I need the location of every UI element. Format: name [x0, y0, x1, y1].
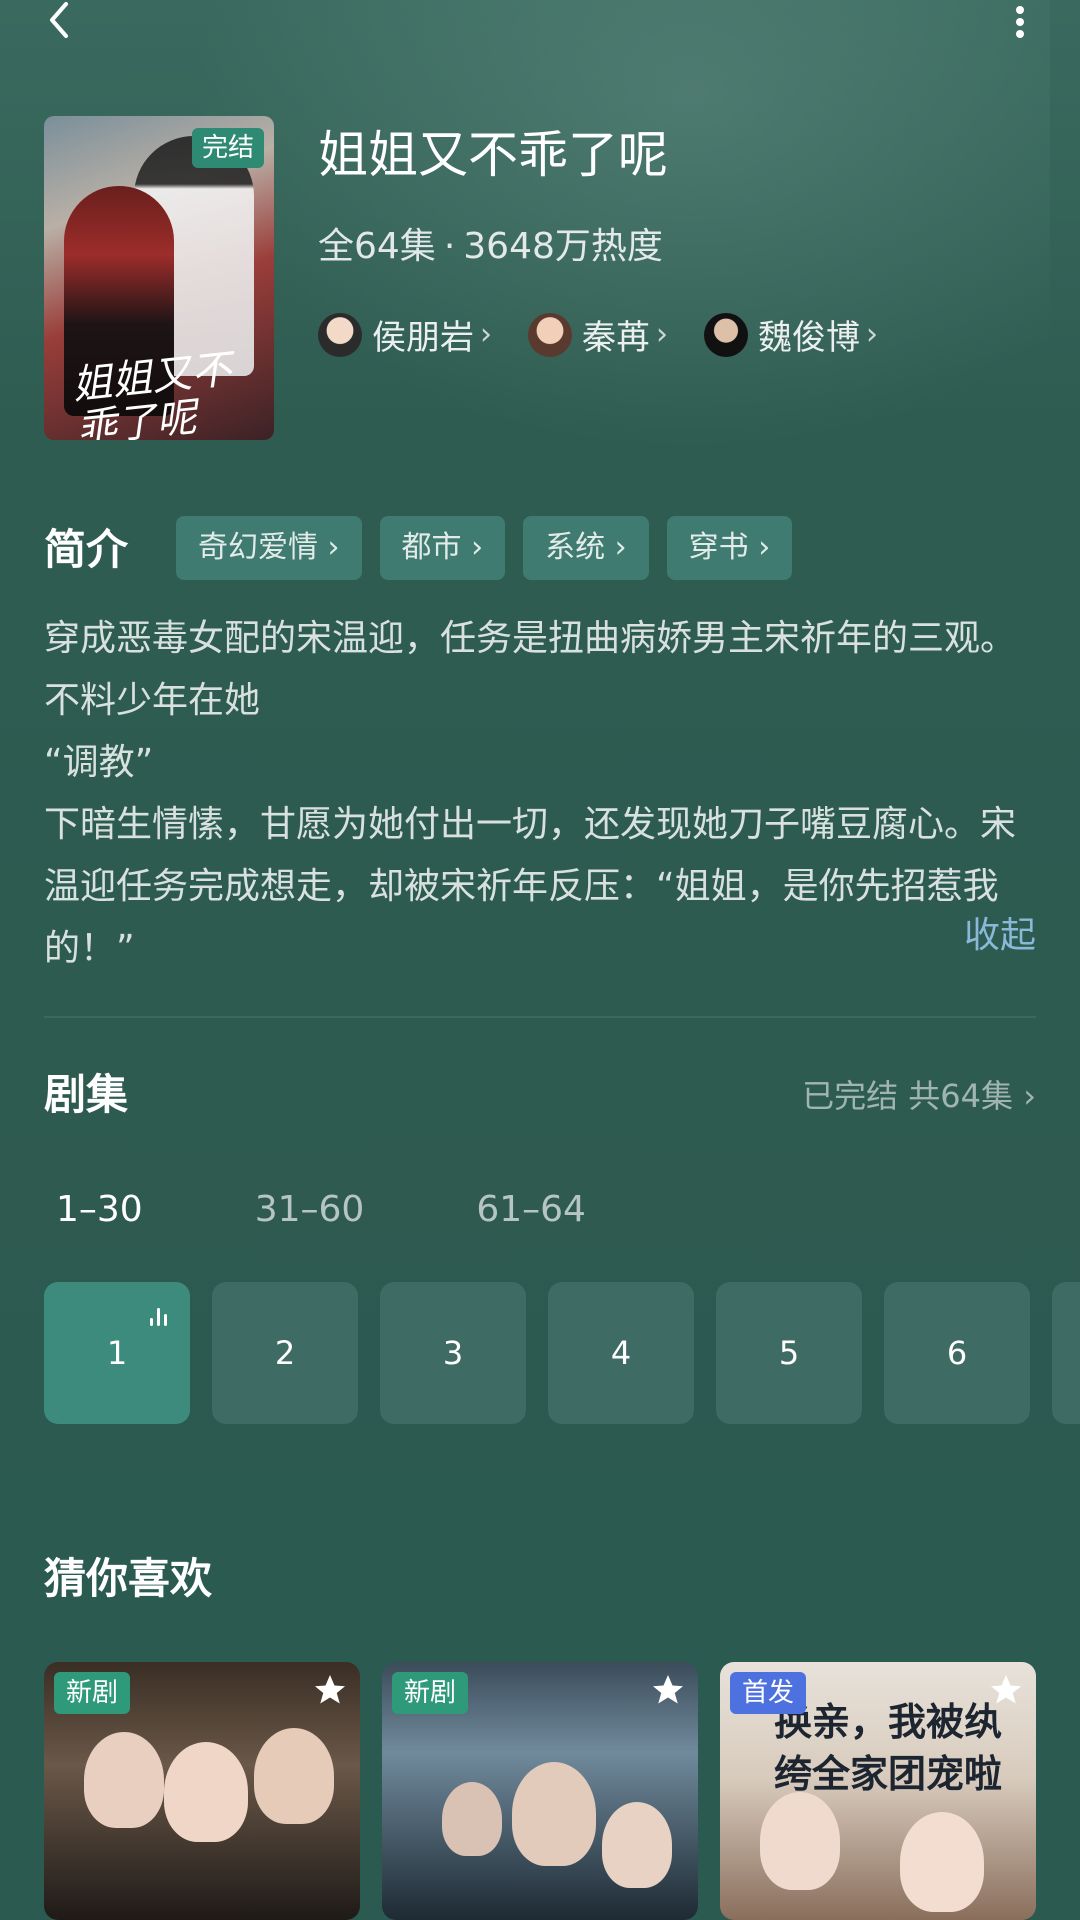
episodes-status: 已完结 共64集: [802, 1077, 1014, 1115]
drama-cover[interactable]: 姐姐又不乖了呢 完结: [44, 116, 274, 440]
recommend-list: 新剧 新剧 换亲，我被纨绔全家团宠啦 首发: [44, 1662, 1058, 1920]
recommend-card[interactable]: 新剧: [44, 1662, 360, 1920]
synopsis-paragraph: 下暗生情愫，甘愿为她付出一切，还发现她刀子嘴豆腐心。宋温迎任务完成想走，却被宋祈…: [44, 804, 1017, 969]
poster-figure: [512, 1762, 596, 1866]
avatar: [318, 312, 362, 357]
episode-range-tabs: 1–30 31–60 61–64: [56, 1180, 698, 1240]
chevron-right-icon: ›: [1023, 1077, 1036, 1115]
synopsis-paragraph: 穿成恶毒女配的宋温迎，任务是扭曲病娇男主宋祈年的三观。不料少年在她: [44, 618, 1017, 721]
episode-button[interactable]: 1: [44, 1282, 190, 1424]
chevron-right-icon: ›: [758, 530, 771, 565]
avatar: [704, 312, 748, 357]
episode-grid: 1 2 3 4 5 6: [44, 1282, 1080, 1424]
episodes-heading: 剧集: [44, 1070, 129, 1119]
episode-number: 2: [274, 1334, 296, 1372]
intro-heading: 简介: [44, 525, 129, 574]
chevron-right-icon: ›: [866, 317, 878, 352]
actor-link[interactable]: 侯朋岩 ›: [318, 310, 492, 359]
genre-tag[interactable]: 都市 ›: [379, 516, 506, 580]
star-icon[interactable]: [988, 1672, 1024, 1708]
avatar: [528, 312, 572, 357]
episode-count: 全64集: [318, 226, 436, 267]
recommend-heading: 猜你喜欢: [44, 1554, 213, 1603]
range-tab[interactable]: 1–30: [56, 1180, 143, 1240]
episode-number: 4: [610, 1334, 632, 1372]
poster-figure: [900, 1812, 984, 1912]
recommend-card[interactable]: 换亲，我被纨绔全家团宠啦 首发: [720, 1662, 1036, 1920]
synopsis-paragraph: “调教”: [44, 742, 154, 783]
poster-figure: [602, 1802, 672, 1888]
recommend-card[interactable]: 新剧: [382, 1662, 698, 1920]
collapse-link[interactable]: 收起: [964, 906, 1036, 966]
star-icon[interactable]: [650, 1672, 686, 1708]
episode-number: 1: [106, 1334, 128, 1372]
chevron-right-icon: ›: [614, 530, 627, 565]
new-badge: 新剧: [392, 1672, 469, 1714]
more-vertical-icon: [1016, 6, 1024, 38]
chevron-left-icon: [50, 2, 68, 38]
poster-figure: [84, 1732, 164, 1828]
chevron-right-icon: ›: [656, 317, 668, 352]
episodes-status-link[interactable]: 已完结 共64集 ›: [802, 1068, 1036, 1124]
poster-figure: [760, 1792, 840, 1890]
genre-tag[interactable]: 系统 ›: [523, 516, 649, 580]
genre-tag-label: 奇幻爱情: [198, 530, 318, 565]
episode-button[interactable]: 4: [548, 1282, 694, 1424]
episode-button[interactable]: 2: [212, 1282, 358, 1424]
episode-number: 6: [946, 1334, 968, 1372]
episode-button[interactable]: 3: [380, 1282, 526, 1424]
genre-tags: 奇幻爱情 › 都市 › 系统 › 穿书 ›: [176, 516, 810, 580]
actor-name: 魏俊博: [758, 318, 860, 358]
genre-tag-label: 穿书: [688, 530, 749, 565]
chevron-right-icon: ›: [480, 317, 492, 352]
synopsis-text: 穿成恶毒女配的宋温迎，任务是扭曲病娇男主宋祈年的三观。不料少年在她 “调教” 下…: [44, 608, 1036, 980]
completed-badge: 完结: [191, 128, 264, 168]
episode-number: 3: [442, 1334, 464, 1372]
back-button[interactable]: [40, 0, 100, 44]
new-badge: 新剧: [54, 1672, 131, 1714]
now-playing-icon: [148, 1304, 170, 1326]
episode-button[interactable]: 5: [716, 1282, 862, 1424]
poster-figure: [442, 1782, 502, 1856]
heat-value: 3648万热度: [463, 226, 663, 267]
cast-list: 侯朋岩 › 秦苒 › 魏俊博 ›: [318, 310, 914, 359]
genre-tag-label: 都市: [401, 530, 462, 565]
episode-button[interactable]: 6: [884, 1282, 1030, 1424]
drama-detail-page: 姐姐又不乖了呢 完结 姐姐又不乖了呢 全64集 · 3648万热度 侯朋岩 › 秦苒…: [0, 0, 1080, 1920]
poster-figure: [164, 1742, 248, 1842]
drama-title: 姐姐又不乖了呢: [318, 126, 668, 184]
section-divider: [44, 1016, 1036, 1018]
actor-link[interactable]: 魏俊博 ›: [704, 310, 878, 359]
meta-separator: ·: [443, 226, 456, 267]
star-icon[interactable]: [312, 1672, 348, 1708]
episode-button-partial[interactable]: [1052, 1282, 1080, 1424]
premiere-badge: 首发: [730, 1672, 807, 1714]
genre-tag[interactable]: 奇幻爱情 ›: [176, 516, 362, 580]
more-options-button[interactable]: [1000, 2, 1040, 46]
poster-caption: 换亲，我被纨绔全家团宠啦: [774, 1699, 1003, 1796]
chevron-right-icon: ›: [471, 530, 484, 565]
actor-name: 侯朋岩: [372, 318, 474, 358]
poster-figure: [254, 1728, 334, 1824]
range-tab[interactable]: 31–60: [255, 1180, 365, 1240]
drama-meta: 全64集 · 3648万热度: [318, 222, 663, 272]
genre-tag-label: 系统: [545, 530, 606, 565]
range-tab[interactable]: 61–64: [476, 1180, 586, 1240]
episode-number: 5: [778, 1334, 800, 1372]
actor-link[interactable]: 秦苒 ›: [528, 310, 668, 359]
actor-name: 秦苒: [582, 318, 650, 358]
chevron-right-icon: ›: [327, 530, 340, 565]
genre-tag[interactable]: 穿书 ›: [666, 516, 793, 580]
